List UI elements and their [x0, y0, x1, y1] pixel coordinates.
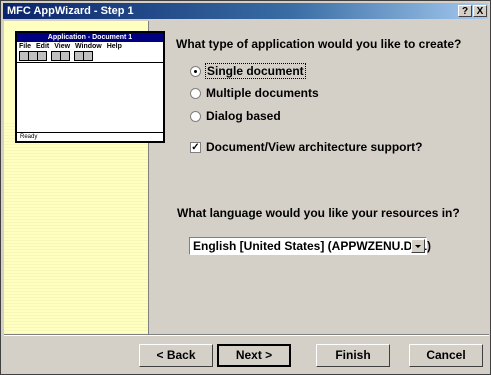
checkbox[interactable]: ✓ [190, 141, 201, 153]
finish-button[interactable]: Finish [316, 344, 390, 367]
radio-label: Dialog based [206, 109, 281, 123]
language-question: What language would you like your resour… [177, 206, 460, 220]
preview-menu-window: Window [74, 43, 102, 50]
preview-toolbar [19, 51, 161, 61]
preview-menu-file: File [19, 43, 32, 50]
title-bar[interactable]: MFC AppWizard - Step 1 ? X [3, 3, 488, 19]
preview-title: Application - Document 1 [17, 33, 163, 42]
radio-button[interactable] [190, 87, 201, 99]
radio-label: Single document [205, 63, 306, 79]
language-value: English [United States] (APPWZENU.DLL) [193, 239, 431, 253]
next-button[interactable]: Next > [217, 344, 291, 367]
preview-status-bar: Ready [17, 132, 163, 141]
preview-toolbar-button [60, 51, 70, 61]
language-dropdown[interactable]: English [United States] (APPWZENU.DLL) [189, 237, 431, 255]
back-button[interactable]: < Back [139, 344, 213, 367]
radio-button[interactable] [190, 110, 201, 122]
help-button[interactable]: ? [458, 5, 472, 17]
radio-label: Multiple documents [206, 86, 319, 100]
preview-menu-view: View [54, 43, 71, 50]
window-title: MFC AppWizard - Step 1 [7, 5, 134, 17]
doc-view-checkbox-row[interactable]: ✓ Document/View architecture support? [190, 139, 423, 155]
preview-app-window: Application - Document 1 File Edit View … [15, 31, 165, 143]
doc-view-label: Document/View architecture support? [206, 140, 423, 154]
preview-menu-bar: File Edit View Window Help [19, 43, 125, 51]
preview-menu-help: Help [106, 43, 122, 50]
radio-multiple-documents[interactable]: Multiple documents [190, 85, 319, 101]
app-type-question: What type of application would you like … [176, 37, 462, 51]
cancel-button[interactable]: Cancel [409, 344, 483, 367]
preview-toolbar-divider [17, 62, 163, 63]
appwizard-dialog: MFC AppWizard - Step 1 ? X Application -… [0, 0, 491, 375]
chevron-down-icon[interactable] [411, 239, 425, 253]
radio-button[interactable] [190, 65, 201, 77]
radio-dialog-based[interactable]: Dialog based [190, 108, 281, 124]
close-button[interactable]: X [473, 5, 487, 17]
radio-single-document[interactable]: Single document [190, 63, 306, 79]
button-separator-highlight [4, 335, 489, 336]
preview-menu-edit: Edit [36, 43, 50, 50]
panel-pattern [4, 121, 148, 334]
preview-toolbar-button [83, 51, 93, 61]
preview-toolbar-button [37, 51, 47, 61]
